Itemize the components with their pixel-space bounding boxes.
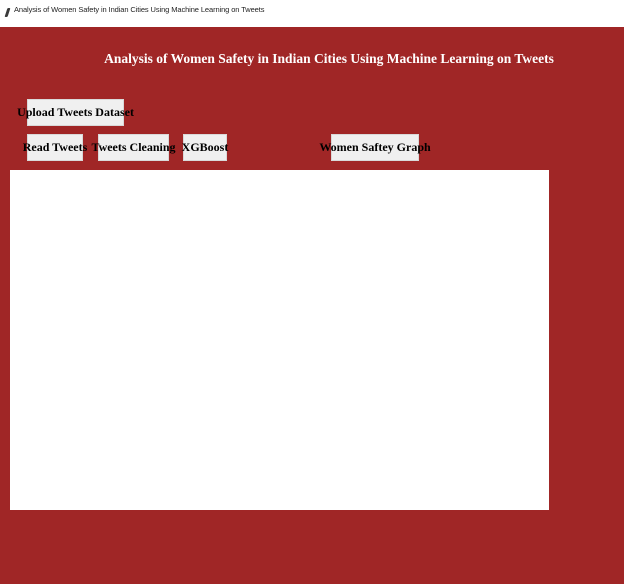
main-panel: Analysis of Women Safety in Indian Citie… [0,27,624,584]
feather-icon [4,8,11,17]
upload-tweets-dataset-button[interactable]: Upload Tweets Dataset [17,99,134,126]
women-safety-graph-button[interactable]: Women Saftey Graph [319,134,431,161]
tweets-cleaning-button[interactable]: Tweets Cleaning [91,134,176,161]
xgboost-button[interactable]: XGBoost [182,134,228,161]
window-title: Analysis of Women Safety in Indian Citie… [14,5,265,14]
title-bar[interactable]: Analysis of Women Safety in Indian Citie… [0,0,624,27]
output-text-area[interactable] [10,170,549,510]
app-window: Analysis of Women Safety in Indian Citie… [0,0,624,584]
read-tweets-button[interactable]: Read Tweets [23,134,87,161]
page-title: Analysis of Women Safety in Indian Citie… [104,51,554,66]
